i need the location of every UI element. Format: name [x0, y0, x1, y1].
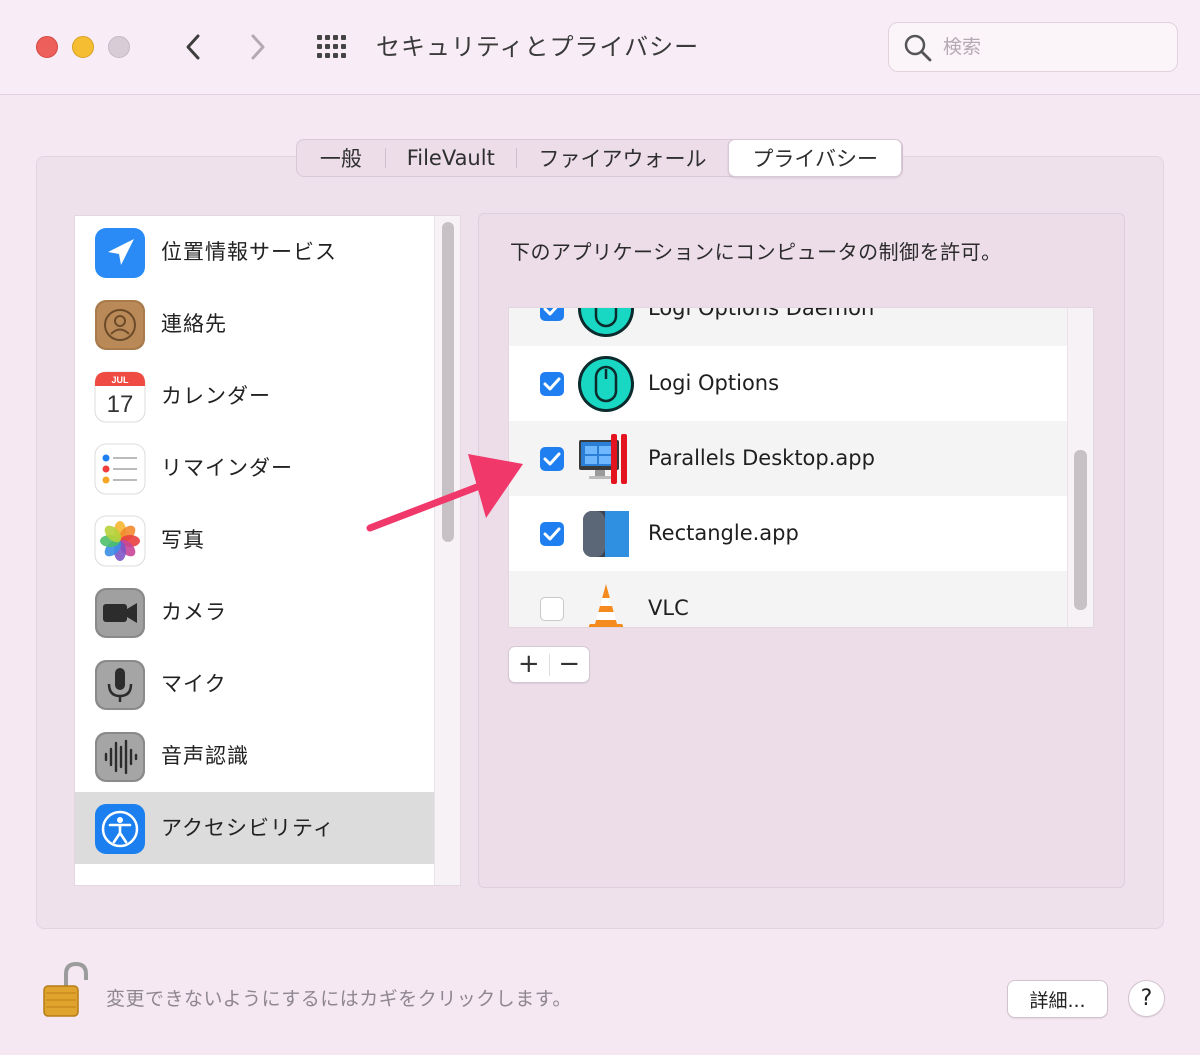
- app-label: Rectangle.app: [648, 521, 799, 545]
- tab-filevault[interactable]: FileVault: [386, 140, 516, 176]
- app-checkbox[interactable]: [540, 447, 564, 471]
- logi-options-icon: [577, 308, 635, 338]
- app-checkbox[interactable]: [540, 597, 564, 621]
- zoom-window-button[interactable]: [108, 36, 130, 58]
- annotation-arrow-icon: [366, 454, 523, 532]
- list-item[interactable]: Rectangle.app: [509, 496, 1069, 571]
- sidebar-item-location-services[interactable]: 位置情報サービス: [75, 216, 436, 288]
- logi-options-icon: [577, 355, 635, 413]
- help-button[interactable]: ?: [1128, 980, 1165, 1017]
- checkmark-icon: [543, 527, 561, 541]
- show-all-button[interactable]: [315, 33, 351, 63]
- list-item[interactable]: Parallels Desktop.app: [509, 421, 1069, 496]
- app-label: Logi Options: [648, 371, 780, 395]
- accessibility-icon: [94, 803, 146, 855]
- privacy-category-list[interactable]: 位置情報サービス 連絡先 JUL 17 カレンダー リマインダー 写真 カメラ …: [74, 215, 461, 886]
- search-field[interactable]: [888, 22, 1178, 72]
- remove-app-button[interactable]: −: [549, 647, 589, 682]
- content-description: 下のアプリケーションにコンピュータの制御を許可。: [510, 240, 1002, 264]
- title-bar: セキュリティとプライバシー: [0, 0, 1200, 95]
- microphone-icon: [94, 659, 146, 711]
- sidebar-item-speech-recognition[interactable]: 音声認識: [75, 720, 436, 792]
- back-button[interactable]: [176, 30, 212, 64]
- calendar-icon: JUL 17: [94, 371, 146, 423]
- advanced-button[interactable]: 詳細...: [1007, 980, 1108, 1018]
- checkmark-icon: [543, 308, 558, 316]
- sidebar-item-label: アクセシビリティ: [161, 816, 335, 840]
- sidebar-scrollbar[interactable]: [434, 216, 460, 885]
- chevron-left-icon: [186, 34, 200, 60]
- app-label: Parallels Desktop.app: [648, 446, 875, 470]
- window-title: セキュリティとプライバシー: [376, 33, 700, 61]
- tab-privacy[interactable]: プライバシー: [728, 139, 903, 177]
- app-list[interactable]: Logi Options Daemon Logi Options Paralle…: [508, 307, 1094, 628]
- svg-text:17: 17: [107, 391, 134, 418]
- close-window-button[interactable]: [36, 36, 58, 58]
- sidebar-item-label: 音声認識: [161, 744, 249, 768]
- tab-firewall[interactable]: ファイアウォール: [517, 140, 729, 176]
- lock-button[interactable]: [40, 960, 90, 1020]
- search-input[interactable]: [943, 32, 1163, 62]
- chevron-right-icon: [251, 34, 265, 60]
- tab-bar: 一般 FileVault ファイアウォール プライバシー: [296, 139, 903, 177]
- sidebar-item-camera[interactable]: カメラ: [75, 576, 436, 648]
- parallels-desktop-icon: [577, 430, 635, 488]
- speech-recognition-icon: [94, 731, 146, 783]
- vlc-icon: [577, 580, 635, 627]
- add-app-button[interactable]: +: [509, 647, 549, 682]
- scrollbar-thumb[interactable]: [1074, 450, 1087, 610]
- location-icon: [94, 227, 146, 279]
- minimize-window-button[interactable]: [72, 36, 94, 58]
- app-label: Logi Options Daemon: [648, 307, 875, 320]
- sidebar-item-calendar[interactable]: JUL 17 カレンダー: [75, 360, 436, 432]
- forward-button[interactable]: [241, 30, 277, 64]
- sidebar-item-label: 位置情報サービス: [161, 240, 337, 264]
- app-checkbox[interactable]: [540, 308, 564, 321]
- app-checkbox[interactable]: [540, 522, 564, 546]
- svg-text:JUL: JUL: [111, 375, 129, 385]
- list-item[interactable]: Logi Options Daemon: [509, 307, 1069, 346]
- tab-general[interactable]: 一般: [297, 140, 385, 176]
- sidebar-item-label: 連絡先: [161, 312, 227, 336]
- sidebar-item-label: リマインダー: [161, 456, 293, 480]
- grid-icon: [317, 35, 346, 58]
- sidebar-item-label: カレンダー: [161, 384, 271, 408]
- app-list-scrollbar[interactable]: [1067, 308, 1093, 627]
- app-label: VLC: [648, 596, 689, 620]
- sidebar-item-label: 写真: [161, 528, 205, 552]
- sidebar-item-label: マイク: [161, 672, 227, 696]
- list-item[interactable]: Logi Options: [509, 346, 1069, 421]
- rectangle-icon: [577, 505, 635, 563]
- add-remove-control: + −: [508, 646, 590, 683]
- contacts-icon: [94, 299, 146, 351]
- sidebar-item-accessibility[interactable]: アクセシビリティ: [75, 792, 436, 864]
- sidebar-item-microphone[interactable]: マイク: [75, 648, 436, 720]
- sidebar-item-label: カメラ: [161, 600, 227, 624]
- sidebar-item-contacts[interactable]: 連絡先: [75, 288, 436, 360]
- search-icon: [904, 34, 932, 62]
- list-item[interactable]: VLC: [509, 571, 1069, 627]
- lock-hint-text: 変更できないようにするにはカギをクリックします。: [106, 988, 572, 1010]
- checkmark-icon: [543, 377, 561, 391]
- app-checkbox[interactable]: [540, 372, 564, 396]
- unlocked-padlock-icon: [43, 961, 88, 1017]
- camera-icon: [94, 587, 146, 639]
- reminders-icon: [94, 443, 146, 495]
- checkmark-icon: [543, 452, 561, 466]
- photos-icon: [94, 515, 146, 567]
